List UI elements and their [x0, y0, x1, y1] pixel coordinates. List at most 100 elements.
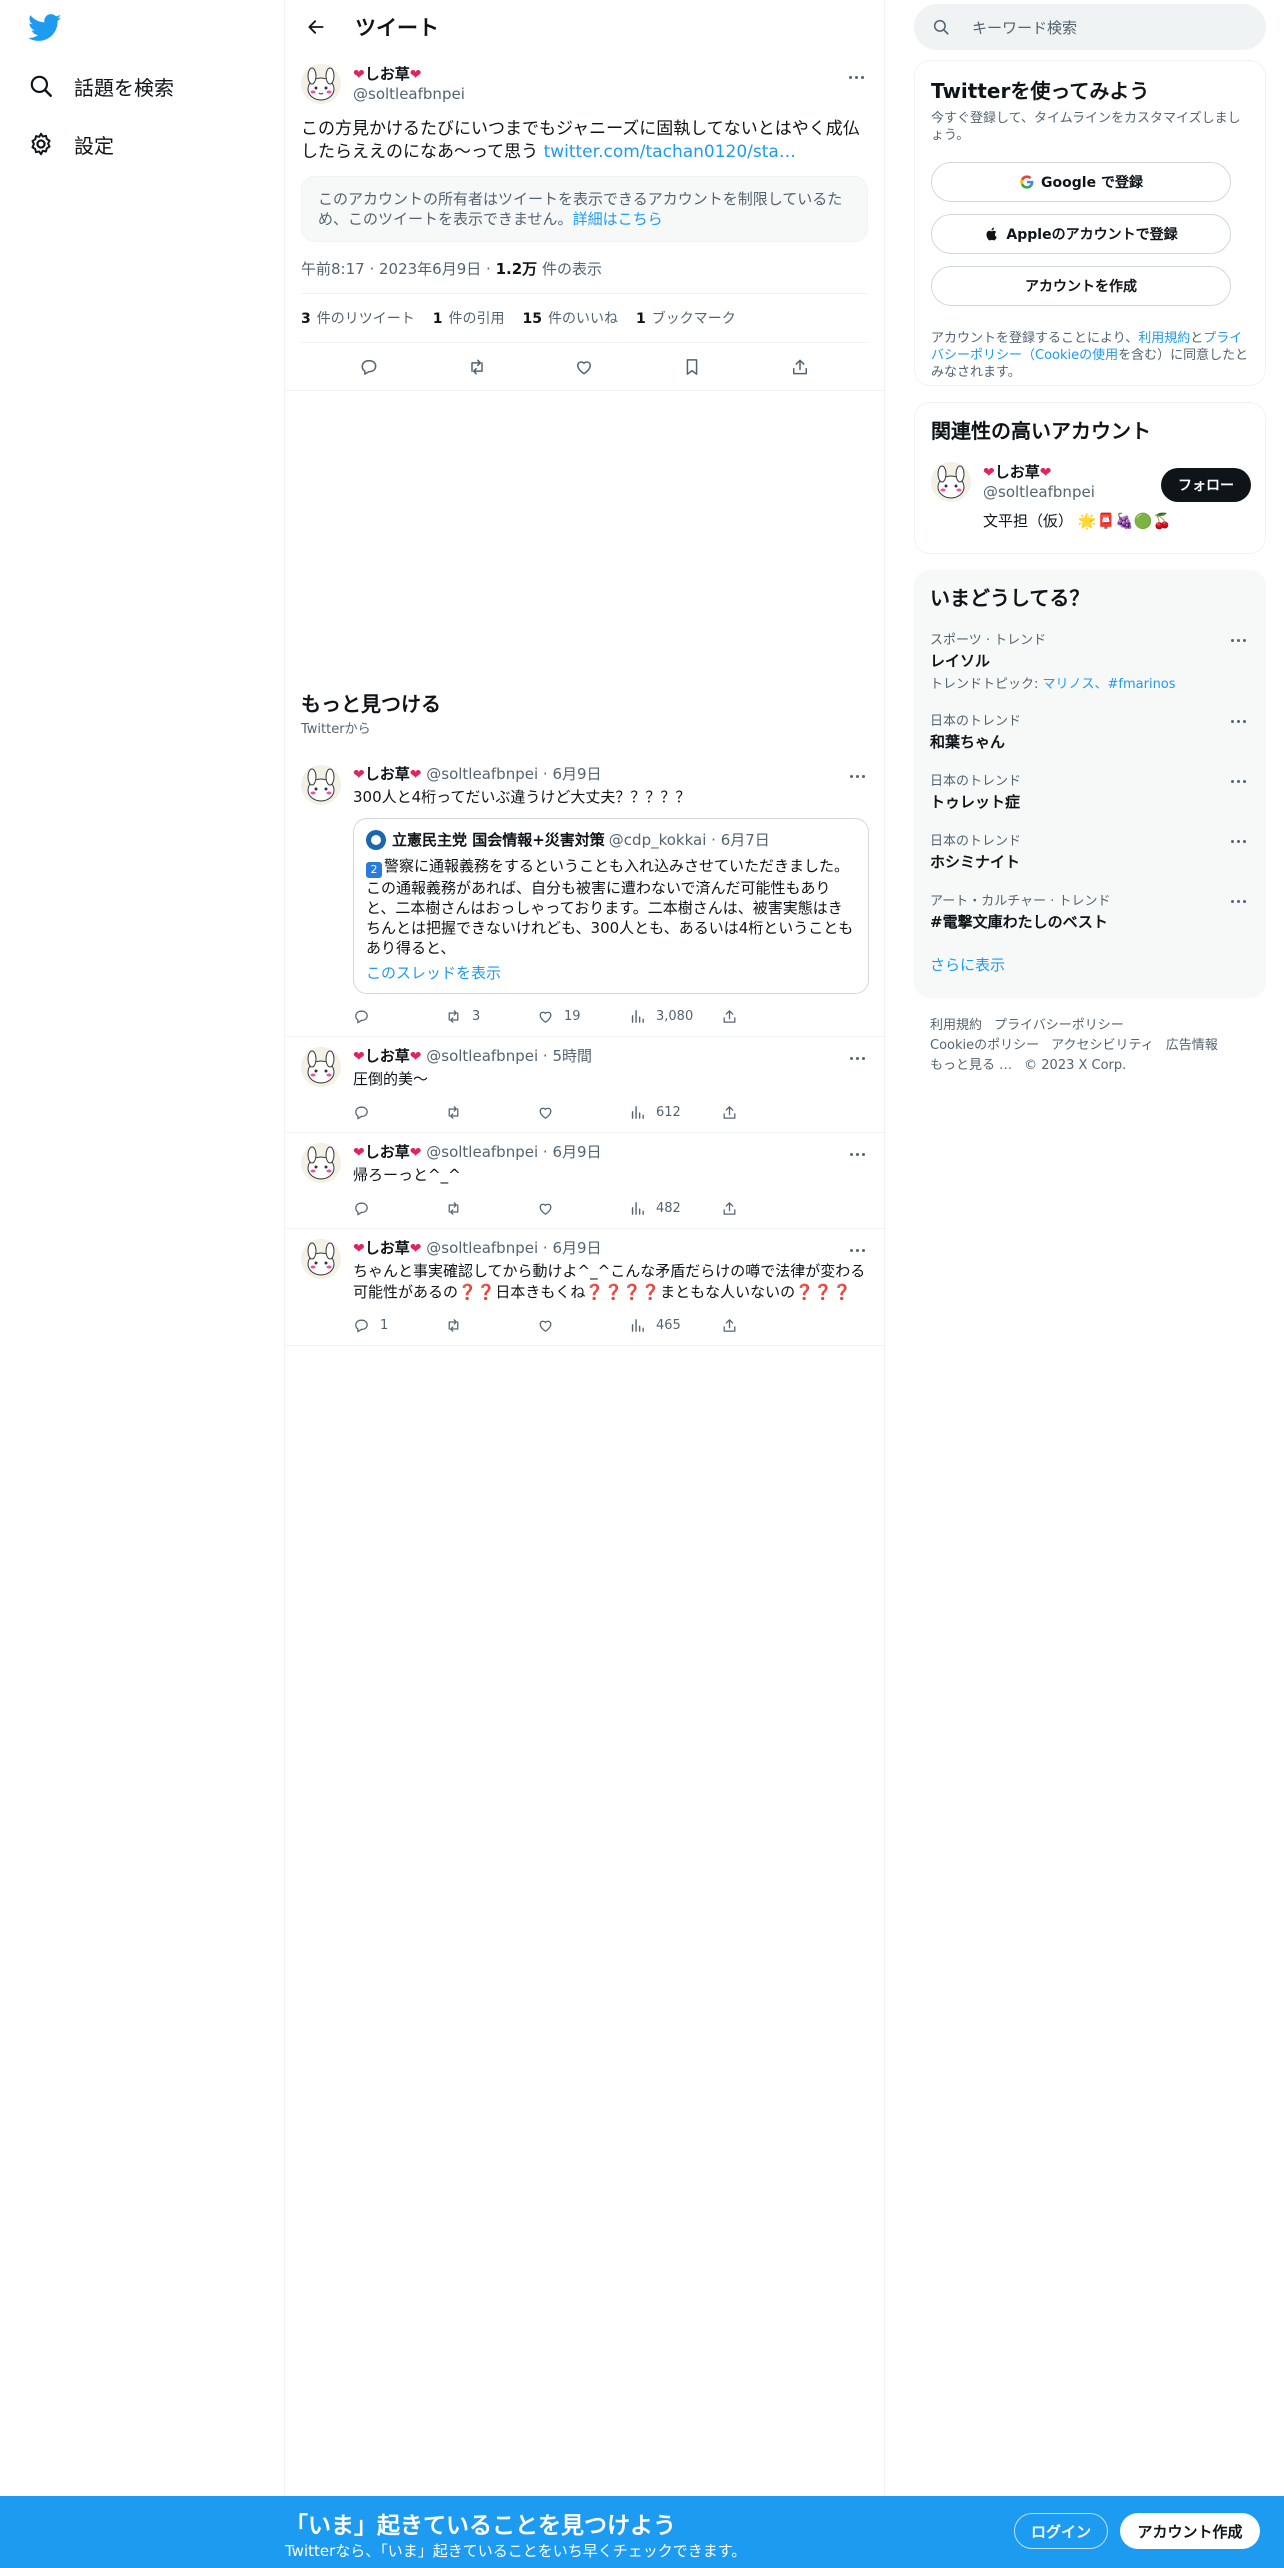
share-button[interactable]	[721, 1008, 748, 1025]
tweet-actions: 1 465	[353, 1313, 869, 1337]
likes-stat[interactable]: 15 件のいいね	[523, 308, 618, 328]
retweet-icon[interactable]	[457, 347, 497, 387]
share-button[interactable]	[721, 1317, 748, 1334]
trend-item[interactable]: スポーツ · トレンド レイソル トレンドトピック: マリノス、#fmarino…	[930, 629, 1250, 692]
views-button[interactable]: 612	[629, 1104, 721, 1121]
retweet-button[interactable]	[445, 1317, 537, 1334]
tweet-link[interactable]: twitter.com/tachan0120/sta…	[544, 142, 796, 162]
avatar[interactable]	[301, 64, 341, 104]
twitter-logo-icon[interactable]	[28, 14, 62, 42]
author-handle[interactable]: @soltleafbnpei	[426, 1239, 538, 1257]
trend-category: 日本のトレンド	[930, 834, 1022, 849]
avatar[interactable]	[301, 765, 341, 805]
footer-link[interactable]: もっと見る …	[930, 1058, 1012, 1073]
more-options-icon[interactable]	[845, 1145, 869, 1163]
views-button[interactable]: 482	[629, 1200, 721, 1217]
footer-link[interactable]: Cookieのポリシー	[930, 1038, 1039, 1053]
tweet-time[interactable]: 6月9日	[552, 1143, 601, 1161]
related-title: 関連性の高いアカウント	[931, 419, 1151, 443]
reply-button[interactable]	[353, 1104, 445, 1121]
trend-category: アート・カルチャー · トレンド	[930, 894, 1111, 909]
more-options-icon[interactable]	[845, 767, 869, 785]
author-handle[interactable]: @soltleafbnpei	[426, 765, 538, 783]
tweet-time[interactable]: 午前8:17	[301, 260, 365, 278]
views-button[interactable]: 465	[629, 1317, 721, 1334]
like-button[interactable]	[537, 1104, 629, 1121]
more-options-icon[interactable]	[1226, 892, 1250, 910]
trend-item[interactable]: 日本のトレンド トゥレット症	[930, 770, 1250, 812]
share-button[interactable]	[721, 1104, 748, 1121]
tweet-time[interactable]: 6月9日	[552, 1239, 601, 1257]
avatar[interactable]	[301, 1239, 341, 1279]
more-options-icon[interactable]	[1226, 712, 1250, 730]
learn-more-link[interactable]: 詳細はこちら	[573, 210, 663, 228]
more-options-icon[interactable]	[844, 68, 868, 86]
views-button[interactable]: 3,080	[629, 1008, 721, 1025]
author-handle[interactable]: @soltleafbnpei	[426, 1143, 538, 1161]
reply-button[interactable]	[353, 1200, 445, 1217]
retweet-button[interactable]	[445, 1104, 537, 1121]
reply-icon[interactable]	[349, 347, 389, 387]
trend-topic-link[interactable]: マリノス、#fmarinos	[1043, 677, 1176, 692]
reply-button[interactable]	[353, 1008, 445, 1025]
quoted-tweet[interactable]: 立憲民主党 国会情報+災害対策 @cdp_kokkai · 6月7日 2 警察に通報…	[353, 818, 869, 994]
author-name[interactable]: しお草	[365, 765, 410, 783]
author-name[interactable]: しお草	[365, 1047, 410, 1065]
retweet-button[interactable]	[445, 1200, 537, 1217]
footer-link[interactable]: プライバシーポリシー	[994, 1018, 1124, 1033]
nav-explore[interactable]: 話題を検索	[28, 66, 174, 106]
more-options-icon[interactable]	[845, 1049, 869, 1067]
author-name[interactable]: しお草	[365, 1239, 410, 1257]
more-options-icon[interactable]	[1226, 832, 1250, 850]
reply-icon	[355, 1106, 368, 1120]
tweet-time[interactable]: 5時間	[552, 1047, 592, 1065]
footer-link[interactable]: 利用規約	[930, 1018, 982, 1033]
search-input[interactable]: キーワード検索	[914, 4, 1266, 50]
show-more-link[interactable]: さらに表示	[930, 954, 1250, 975]
cookie-link[interactable]: Cookieの使用	[1035, 348, 1118, 363]
tweet-author[interactable]: ❤しお草❤ @soltleafbnpei	[353, 65, 465, 104]
tweet-time[interactable]: 6月9日	[552, 765, 601, 783]
like-button[interactable]	[537, 1200, 629, 1217]
share-icon[interactable]	[780, 347, 820, 387]
more-options-icon[interactable]	[845, 1241, 869, 1259]
footer-link[interactable]: 広告情報	[1166, 1038, 1218, 1053]
like-button[interactable]	[537, 1317, 629, 1334]
follow-button[interactable]: フォロー	[1161, 468, 1251, 502]
feed-tweet[interactable]: ❤しお草❤ @soltleafbnpei · 5時間 圧倒的美〜 612	[285, 1037, 885, 1133]
signup-button[interactable]: アカウント作成	[1120, 2513, 1260, 2549]
bookmark-icon[interactable]	[672, 347, 712, 387]
trend-item[interactable]: 日本のトレンド 和葉ちゃん	[930, 710, 1250, 752]
retweet-button[interactable]: 3	[445, 1008, 537, 1025]
author-handle[interactable]: @soltleafbnpei	[426, 1047, 538, 1065]
footer-link[interactable]: アクセシビリティ	[1051, 1038, 1154, 1053]
create-account-button[interactable]: アカウントを作成	[931, 266, 1231, 306]
like-icon[interactable]	[564, 347, 604, 387]
show-thread-link[interactable]: このスレッドを表示	[366, 962, 856, 983]
tweet-date[interactable]: 2023年6月9日	[379, 260, 481, 278]
feed-tweet[interactable]: ❤しお草❤ @soltleafbnpei · 6月9日 300人と4桁ってだいぶ…	[285, 755, 885, 1037]
avatar[interactable]	[931, 462, 971, 502]
avatar[interactable]	[301, 1143, 341, 1183]
feed-tweet[interactable]: ❤しお草❤ @soltleafbnpei · 6月9日 ちゃんと事実確認してから…	[285, 1229, 885, 1346]
quotes-stat[interactable]: 1 件の引用	[433, 308, 505, 328]
bookmarks-stat[interactable]: 1 ブックマーク	[636, 308, 736, 328]
avatar[interactable]	[301, 1047, 341, 1087]
google-signup-button[interactable]: Google で登録	[931, 162, 1231, 202]
back-arrow-icon[interactable]	[301, 12, 331, 42]
related-account[interactable]: ❤しお草❤ @soltleafbnpei フォロー	[931, 462, 1251, 502]
more-options-icon[interactable]	[1226, 631, 1250, 649]
apple-signup-button[interactable]: Appleのアカウントで登録	[931, 214, 1231, 254]
like-button[interactable]: 19	[537, 1008, 629, 1025]
retweets-stat[interactable]: 3 件のリツイート	[301, 308, 415, 328]
feed-tweet[interactable]: ❤しお草❤ @soltleafbnpei · 6月9日 帰ろーっと^_^ 482	[285, 1133, 885, 1229]
trend-item[interactable]: アート・カルチャー · トレンド #電撃文庫わたしのベスト	[930, 890, 1250, 932]
reply-button[interactable]: 1	[353, 1317, 445, 1334]
terms-link[interactable]: 利用規約	[1138, 331, 1190, 346]
author-name[interactable]: しお草	[365, 1143, 410, 1161]
trend-item[interactable]: 日本のトレンド ホシミナイト	[930, 830, 1250, 872]
more-options-icon[interactable]	[1226, 772, 1250, 790]
nav-settings[interactable]: 設定	[28, 124, 114, 164]
login-button[interactable]: ログイン	[1014, 2513, 1108, 2549]
share-button[interactable]	[721, 1200, 748, 1217]
